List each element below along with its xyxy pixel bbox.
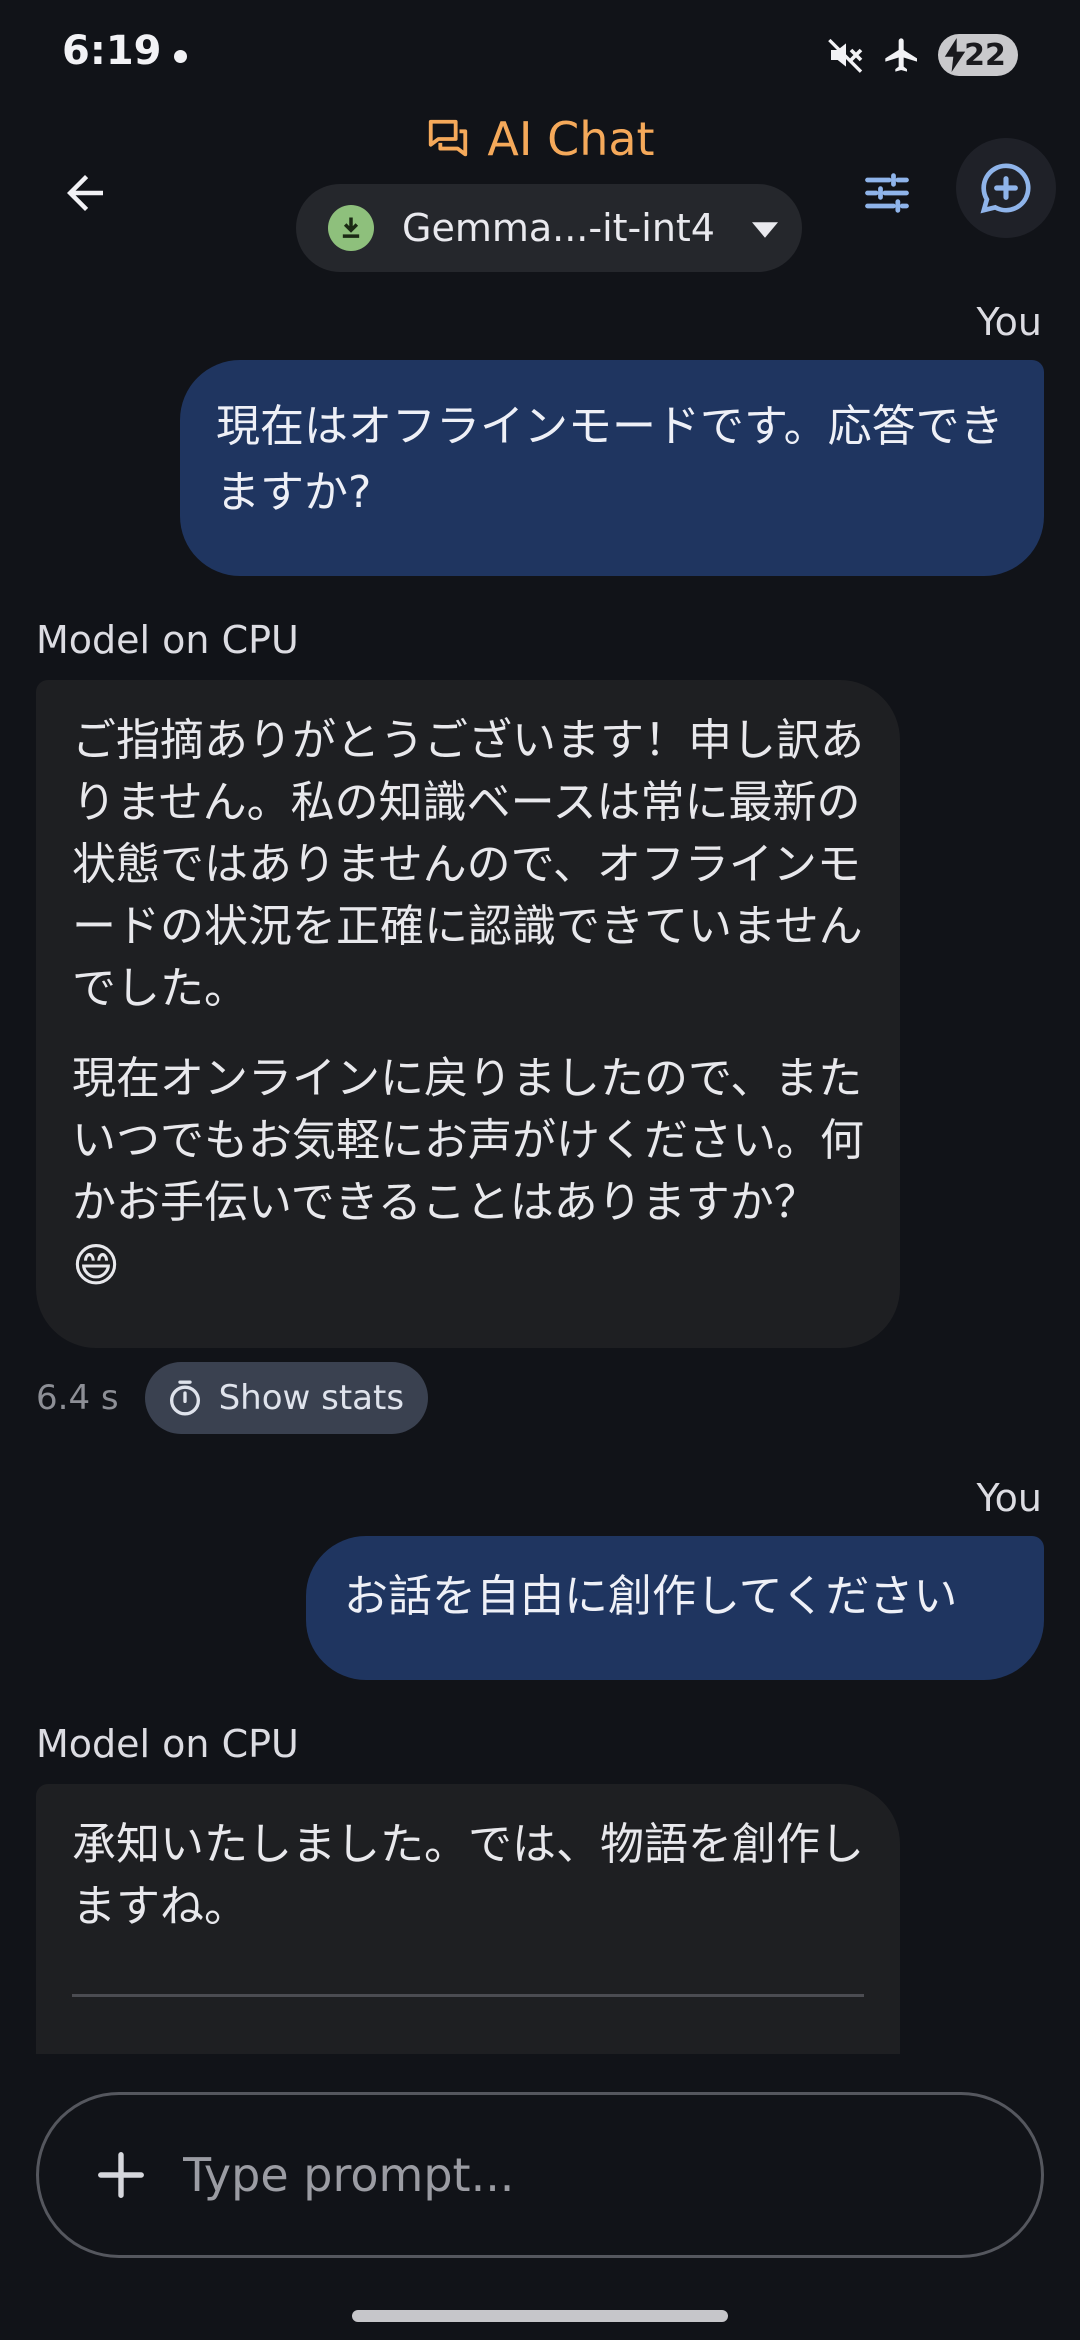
prompt-input-bar — [36, 2092, 1044, 2258]
show-stats-button[interactable]: Show stats — [144, 1362, 429, 1434]
dropdown-caret-icon — [752, 222, 778, 238]
battery-indicator: 22 — [938, 34, 1018, 76]
sender-label: Model on CPU — [36, 1722, 299, 1766]
user-message-bubble: お話を自由に創作してください — [306, 1536, 1044, 1680]
arrow-back-icon — [67, 175, 103, 211]
app-title-text: AI Chat — [487, 112, 655, 166]
mute-icon — [828, 38, 863, 73]
model-message-bubble: 承知いたしました。では、物語を創作しますね。 — [36, 1784, 900, 2054]
chat-forum-icon — [429, 119, 468, 157]
user-message-bubble: 現在はオフラインモードです。応答できますか? — [180, 360, 1044, 576]
horizontal-rule — [72, 1994, 864, 1997]
smile-emoji: 😄 — [72, 1238, 120, 1292]
status-time: 6:19 — [62, 28, 162, 74]
latency-text: 6.4 s — [36, 1378, 119, 1418]
message-paragraph: 現在オンラインに戻りましたので、またいつでもお気軽にお声がけください。何かお手伝… — [72, 1048, 864, 1298]
model-name: Gemma...-it-int4 — [402, 206, 715, 250]
charging-bolt-icon — [944, 38, 966, 72]
add-comment-icon — [980, 163, 1031, 214]
tune-icon — [865, 173, 909, 213]
plus-icon — [98, 2152, 144, 2198]
add-attachment-button[interactable] — [93, 2147, 149, 2203]
notification-dot-icon — [174, 50, 187, 63]
message-paragraph-text: 現在オンラインに戻りましたので、またいつでもお気軽にお声がけください。何かお手伝… — [72, 1053, 864, 1228]
downloaded-icon — [328, 205, 374, 251]
message-paragraph: 承知いたしました。では、物語を創作しますね。 — [72, 1819, 864, 1932]
message-paragraph: ご指摘ありがとうございます！申し訳ありません。私の知識ベースは常に最新の状態では… — [72, 715, 864, 1014]
prompt-input[interactable] — [183, 2148, 883, 2202]
message-text: 現在はオフラインモードです。応答できますか? — [216, 401, 1004, 518]
back-button[interactable] — [50, 158, 120, 228]
sender-label: Model on CPU — [36, 618, 299, 662]
model-settings-button[interactable] — [852, 158, 922, 228]
timer-icon — [169, 1380, 200, 1416]
message-text: お話を自由に創作してください — [344, 1571, 958, 1622]
status-icons: 22 — [826, 34, 1018, 76]
airplane-mode-icon — [885, 38, 917, 72]
status-bar: 6:19 22 — [0, 0, 1080, 110]
gesture-navigation-bar[interactable] — [352, 2310, 728, 2322]
top-app-bar: AI Chat Gemma...-it-int4 — [0, 110, 1080, 280]
model-selector[interactable]: Gemma...-it-int4 — [296, 184, 802, 272]
model-message-bubble: ご指摘ありがとうございます！申し訳ありません。私の知識ベースは常に最新の状態では… — [36, 680, 900, 1348]
app-title: AI Chat — [425, 112, 655, 166]
sender-label: You — [976, 300, 1043, 344]
new-chat-button[interactable] — [956, 138, 1056, 238]
sender-label: You — [976, 1476, 1043, 1520]
response-stats-row: 6.4 s Show stats — [36, 1362, 429, 1434]
show-stats-label: Show stats — [218, 1378, 405, 1418]
battery-level: 22 — [964, 37, 1006, 73]
